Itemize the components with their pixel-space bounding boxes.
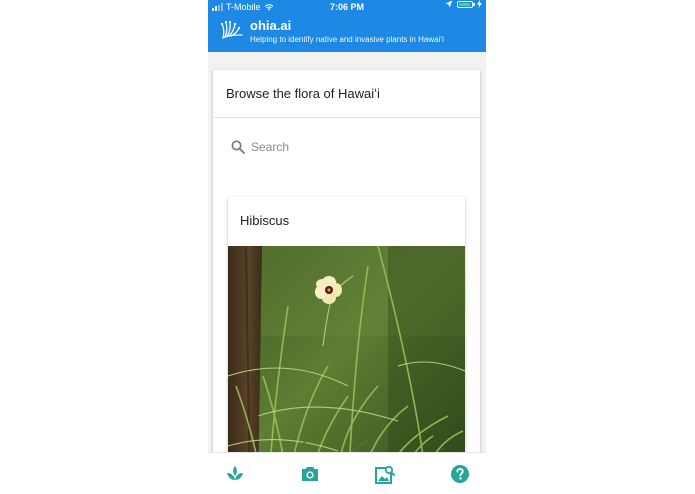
help-icon (451, 465, 469, 483)
plant-name: Hibiscus (240, 213, 290, 228)
nav-camera-button[interactable] (298, 462, 322, 486)
image-search-icon (375, 465, 395, 484)
phone-screen: T-Mobile 7:06 PM ohia.ai Helping to iden… (208, 0, 486, 494)
search-icon (231, 140, 245, 154)
location-icon (445, 0, 453, 8)
charging-icon (477, 0, 482, 8)
bottom-navigation (208, 452, 486, 494)
app-header: T-Mobile 7:06 PM ohia.ai Helping to iden… (208, 0, 486, 52)
status-right (445, 0, 482, 8)
browse-title: Browse the flora of Hawaiʻi (226, 86, 380, 101)
plant-card[interactable]: Hibiscus (228, 197, 465, 494)
app-title: ohia.ai (250, 18, 292, 33)
search-input[interactable] (251, 140, 451, 154)
nav-gallery-button[interactable] (373, 462, 397, 486)
browse-card: Browse the flora of Hawaiʻi Hibiscus (213, 70, 480, 494)
status-bar: T-Mobile 7:06 PM (208, 0, 486, 14)
divider (213, 117, 480, 118)
plant-icon (227, 466, 243, 480)
app-subtitle: Helping to identify native and invasive … (250, 35, 444, 44)
search-bar[interactable] (231, 136, 461, 158)
battery-icon (457, 0, 475, 8)
camera-icon (302, 467, 318, 481)
nav-browse-button[interactable] (223, 462, 247, 486)
ohia-logo-icon (220, 20, 243, 39)
nav-help-button[interactable] (448, 462, 472, 486)
